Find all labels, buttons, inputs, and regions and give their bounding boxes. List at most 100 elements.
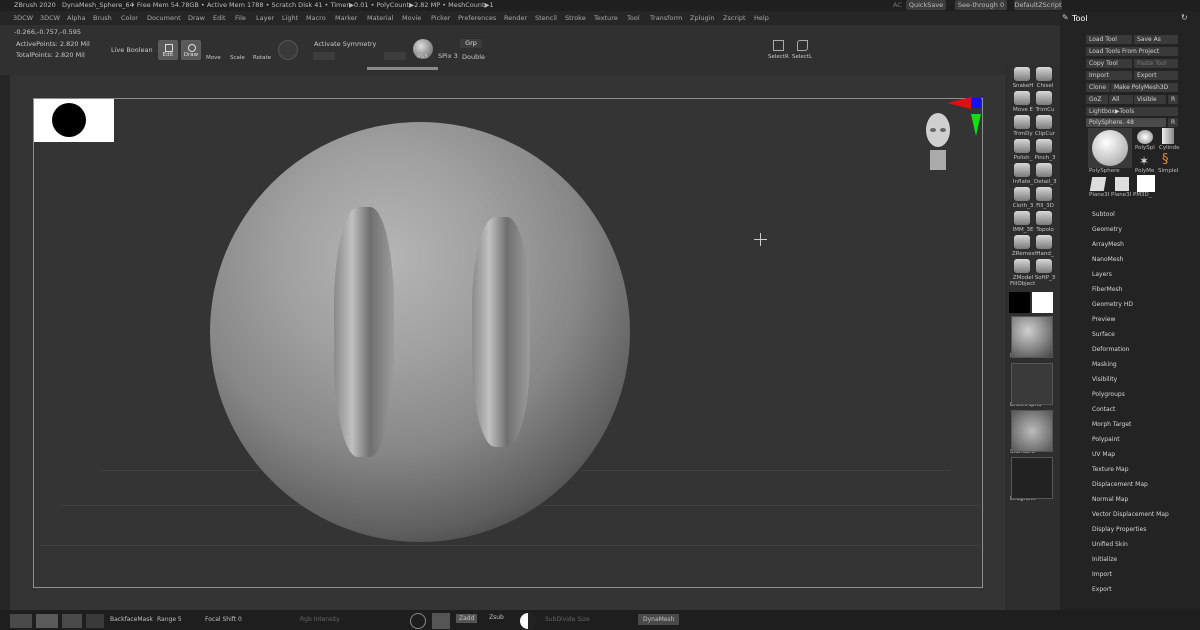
brush-fill-3d-icon[interactable] (1036, 187, 1052, 201)
edit-button[interactable]: Edit (158, 40, 178, 60)
subpalette-polypaint[interactable]: Polypaint (1092, 436, 1120, 443)
menu-light[interactable]: Light (282, 14, 298, 22)
menu-movie[interactable]: Movie (402, 14, 421, 22)
dynamesh-sphere-model[interactable] (210, 122, 630, 542)
paste-tool-button[interactable]: Paste Tool (1134, 59, 1178, 68)
load-tool-button[interactable]: Load Tool (1086, 35, 1132, 44)
menu-transform[interactable]: Transform (650, 14, 682, 22)
subpalette-arraymesh[interactable]: ArrayMesh (1092, 241, 1124, 248)
r-button[interactable]: R (1168, 95, 1178, 104)
double-button[interactable]: Double (462, 53, 485, 61)
pm3d-tool-icon[interactable] (1137, 175, 1155, 192)
rgb-intensity-slider[interactable]: Rgb Intensity (300, 616, 340, 623)
primary-color-swatch[interactable] (1009, 292, 1030, 313)
zadd-button[interactable]: Zadd (456, 614, 478, 623)
menu-layer[interactable]: Layer (256, 14, 274, 22)
current-tool-thumbnail[interactable] (1088, 128, 1132, 168)
dynamesh-button[interactable]: DynaMesh (638, 614, 680, 625)
menu-color[interactable]: Color (121, 14, 138, 22)
selectlasso-icon[interactable] (797, 40, 808, 51)
secondary-color-swatch[interactable] (1032, 292, 1053, 313)
subpalette-visibility[interactable]: Visibility (1092, 376, 1117, 383)
all-button[interactable]: All (1109, 95, 1133, 104)
menu-picker[interactable]: Picker (431, 14, 450, 22)
rotate-button[interactable]: Rotate (253, 55, 271, 61)
save-as-button[interactable]: Save As (1134, 35, 1178, 44)
subpalette-display-properties[interactable]: Display Properties (1092, 526, 1146, 533)
brush-hand--icon[interactable] (1036, 235, 1052, 249)
scale-button[interactable]: Scale (230, 55, 245, 61)
subpalette-export[interactable]: Export (1092, 586, 1112, 593)
clone-button[interactable]: Clone (1086, 83, 1110, 92)
brush-move-e-icon[interactable] (1014, 91, 1030, 105)
make-polymesh3d-button[interactable]: Make PolyMesh3D (1111, 83, 1178, 92)
menu-stencil[interactable]: Stencil (535, 14, 557, 22)
half-circle-icon[interactable] (520, 613, 536, 629)
brush-imm-3e-icon[interactable] (1014, 211, 1030, 225)
menu-macro[interactable]: Macro (306, 14, 326, 22)
symmetry-x-toggle[interactable] (313, 52, 335, 60)
subpalette-texture-map[interactable]: Texture Map (1092, 466, 1129, 473)
simple-brush-icon[interactable]: § (1162, 152, 1169, 167)
subpalette-geometry[interactable]: Geometry (1092, 226, 1122, 233)
menu-zplugin[interactable]: Zplugin (690, 14, 715, 22)
selectlasso-button[interactable]: SelectL (792, 54, 812, 60)
menu-texture[interactable]: Texture (594, 14, 618, 22)
subpalette-uv-map[interactable]: UV Map (1092, 451, 1115, 458)
menu-file[interactable]: File (235, 14, 246, 22)
brush-inflate--icon[interactable] (1014, 163, 1030, 177)
polymesh-star-icon[interactable]: ✶ (1139, 154, 1149, 168)
subpalette-contact[interactable]: Contact (1092, 406, 1115, 413)
subpalette-nanomesh[interactable]: NanoMesh (1092, 256, 1123, 263)
menu-marker[interactable]: Marker (335, 14, 357, 22)
visible-button[interactable]: Visible (1134, 95, 1166, 104)
polyframe-button[interactable] (278, 40, 298, 60)
range-slider[interactable]: Range 5 (157, 616, 182, 623)
menu-material[interactable]: Material (367, 14, 393, 22)
dragrect-stroke-thumbnail[interactable] (1011, 457, 1053, 499)
brush-pinch-3-icon[interactable] (1036, 139, 1052, 153)
menu-document[interactable]: Document (147, 14, 181, 22)
menu-tool[interactable]: Tool (627, 14, 640, 22)
menu-zscript[interactable]: Zscript (723, 14, 746, 22)
plane3d-tool-icon[interactable] (1089, 177, 1107, 191)
head-orientation-icon[interactable] (921, 112, 955, 174)
brush-polish--icon[interactable] (1014, 139, 1030, 153)
reset-icon[interactable]: ↻ (1181, 13, 1188, 22)
symmetry-icon[interactable] (410, 613, 426, 629)
subpalette-fibermesh[interactable]: FiberMesh (1092, 286, 1122, 293)
subpalette-normal-map[interactable]: Normal Map (1092, 496, 1128, 503)
grp-button[interactable]: Grp (460, 39, 482, 48)
brush-alpha-thumbnail[interactable] (1011, 363, 1053, 405)
menu-preferences[interactable]: Preferences (458, 14, 496, 22)
standard-brush-thumbnail[interactable] (1011, 410, 1053, 452)
subpalette-geometry-hd[interactable]: Geometry HD (1092, 301, 1133, 308)
brush-softp-3-icon[interactable] (1036, 259, 1052, 273)
quicksave-button[interactable]: QuickSave (906, 0, 946, 10)
import-button[interactable]: Import (1086, 71, 1132, 80)
subpalette-vector-displacement-map[interactable]: Vector Displacement Map (1092, 511, 1169, 518)
plane3d-tool-icon[interactable] (1115, 177, 1129, 191)
brush-snakeh-icon[interactable] (1014, 67, 1030, 81)
subpalette-layers[interactable]: Layers (1092, 271, 1112, 278)
brush-clipcur-icon[interactable] (1036, 115, 1052, 129)
symmetry-r-toggle[interactable] (384, 52, 406, 60)
load-tools-from-project-button[interactable]: Load Tools From Project (1086, 47, 1178, 56)
menu-render[interactable]: Render (504, 14, 527, 22)
subpalette-import[interactable]: Import (1092, 571, 1112, 578)
subpalette-masking[interactable]: Masking (1092, 361, 1117, 368)
zsub-button[interactable]: Zsub (489, 614, 504, 621)
export-button[interactable]: Export (1134, 71, 1178, 80)
menu-alpha[interactable]: Alpha (67, 14, 85, 22)
menu-3dcw[interactable]: 3DCW (40, 14, 60, 22)
subpalette-morph-target[interactable]: Morph Target (1092, 421, 1131, 428)
menu-edit[interactable]: Edit (213, 14, 226, 22)
menu-draw[interactable]: Draw (188, 14, 205, 22)
brush-trimdy-icon[interactable] (1014, 115, 1030, 129)
move-button[interactable]: Move (206, 55, 221, 61)
brush-detail-3-icon[interactable] (1036, 163, 1052, 177)
focal-shift-slider[interactable]: Focal Shift 0 (205, 616, 242, 623)
subpalette-polygroups[interactable]: Polygroups (1092, 391, 1125, 398)
move-tool-icon[interactable] (62, 614, 82, 628)
goz-button[interactable]: GoZ (1086, 95, 1108, 104)
